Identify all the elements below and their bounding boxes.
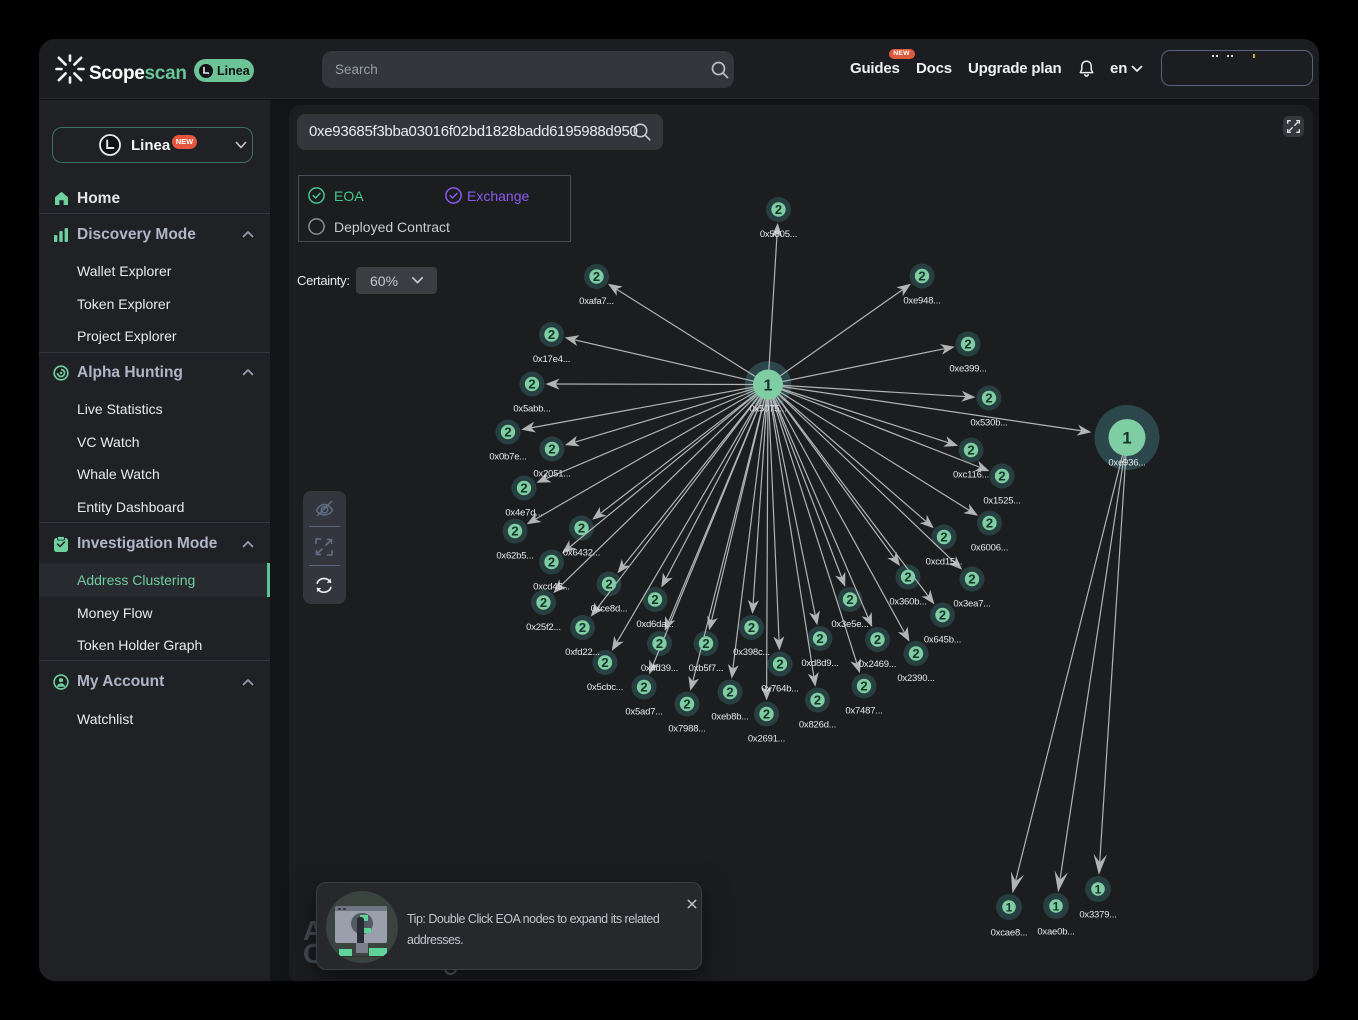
svg-text:2: 2 xyxy=(748,620,755,635)
svg-text:0xafa7...: 0xafa7... xyxy=(579,296,614,307)
svg-text:2: 2 xyxy=(918,269,925,284)
svg-text:0x2691...: 0x2691... xyxy=(748,734,785,745)
svg-text:0x826d...: 0x826d... xyxy=(799,720,836,731)
svg-text:2: 2 xyxy=(814,693,821,708)
svg-text:0x645b...: 0x645b... xyxy=(924,635,961,646)
svg-text:0x7487...: 0x7487... xyxy=(845,706,882,717)
svg-text:0x5cbc...: 0x5cbc... xyxy=(587,682,623,693)
svg-text:2: 2 xyxy=(540,595,547,610)
svg-text:2: 2 xyxy=(968,572,975,587)
svg-text:2: 2 xyxy=(548,555,555,570)
svg-text:0x2390...: 0x2390... xyxy=(897,673,934,684)
svg-text:0x7988...: 0x7988... xyxy=(668,724,705,735)
svg-text:0xcd45...: 0xcd45... xyxy=(533,582,570,593)
svg-text:2: 2 xyxy=(726,685,733,700)
svg-text:2: 2 xyxy=(998,469,1005,484)
svg-text:2: 2 xyxy=(656,636,663,651)
svg-text:0x0b7e...: 0x0b7e... xyxy=(489,452,526,463)
svg-text:2: 2 xyxy=(683,697,690,712)
svg-text:0xb5f7...: 0xb5f7... xyxy=(689,663,724,674)
svg-text:0x17e4...: 0x17e4... xyxy=(533,354,570,365)
svg-text:2: 2 xyxy=(763,707,770,722)
svg-text:0x5075...: 0x5075... xyxy=(749,404,786,415)
svg-text:0xcae8...: 0xcae8... xyxy=(991,928,1028,939)
svg-text:2: 2 xyxy=(593,269,600,284)
svg-text:0x5ad7...: 0x5ad7... xyxy=(625,707,662,718)
svg-text:2: 2 xyxy=(605,577,612,592)
svg-text:0x3379...: 0x3379... xyxy=(1079,910,1116,921)
svg-text:2: 2 xyxy=(548,327,555,342)
svg-text:0x2469...: 0x2469... xyxy=(859,659,896,670)
svg-text:0x3e5e...: 0x3e5e... xyxy=(831,619,868,630)
svg-text:2: 2 xyxy=(816,631,823,646)
svg-text:0x4d39...: 0x4d39... xyxy=(641,663,678,674)
svg-text:2: 2 xyxy=(874,632,881,647)
svg-text:0x1525...: 0x1525... xyxy=(983,496,1020,507)
svg-text:2: 2 xyxy=(504,425,511,440)
svg-text:0x3ea7...: 0x3ea7... xyxy=(953,599,990,610)
svg-text:2: 2 xyxy=(940,530,947,545)
svg-text:1: 1 xyxy=(1095,882,1102,896)
svg-text:0xcd15...: 0xcd15... xyxy=(926,557,963,568)
svg-text:0x360b...: 0x360b... xyxy=(889,597,926,608)
svg-text:2: 2 xyxy=(964,337,971,352)
svg-text:2: 2 xyxy=(511,524,518,539)
svg-text:0x6432...: 0x6432... xyxy=(563,548,600,559)
svg-text:2: 2 xyxy=(904,570,911,585)
svg-text:0x5805...: 0x5805... xyxy=(760,229,797,240)
svg-text:0x398c...: 0x398c... xyxy=(733,647,770,658)
svg-text:0x5abb...: 0x5abb... xyxy=(513,404,550,415)
svg-text:1: 1 xyxy=(764,377,773,394)
svg-text:2: 2 xyxy=(548,442,555,457)
svg-text:0x530b...: 0x530b... xyxy=(970,418,1007,429)
svg-text:0xae0b...: 0xae0b... xyxy=(1037,927,1074,938)
svg-text:2: 2 xyxy=(578,521,585,536)
svg-text:0xce8d...: 0xce8d... xyxy=(591,604,628,615)
svg-text:2: 2 xyxy=(846,592,853,607)
svg-text:2: 2 xyxy=(986,516,993,531)
svg-text:0xd8d9...: 0xd8d9... xyxy=(801,658,838,669)
svg-text:2: 2 xyxy=(601,655,608,670)
svg-text:2: 2 xyxy=(640,680,647,695)
svg-text:0x4e7d...: 0x4e7d... xyxy=(505,508,542,519)
svg-text:2: 2 xyxy=(520,481,527,496)
svg-text:2: 2 xyxy=(912,646,919,661)
svg-text:2: 2 xyxy=(939,608,946,623)
svg-text:2: 2 xyxy=(702,636,709,651)
svg-text:2: 2 xyxy=(528,377,535,392)
svg-text:0xd6da...: 0xd6da... xyxy=(636,619,673,630)
svg-text:2: 2 xyxy=(579,620,586,635)
svg-text:0xe948...: 0xe948... xyxy=(903,296,940,307)
svg-text:2: 2 xyxy=(651,592,658,607)
svg-text:1: 1 xyxy=(1006,900,1013,914)
svg-text:0x764b...: 0x764b... xyxy=(761,684,798,695)
svg-text:2: 2 xyxy=(985,391,992,406)
svg-text:1: 1 xyxy=(1053,899,1060,913)
svg-text:0x62b5...: 0x62b5... xyxy=(496,551,533,562)
svg-text:0xeb8b...: 0xeb8b... xyxy=(711,712,748,723)
svg-text:1: 1 xyxy=(1122,429,1131,448)
svg-text:0xe399...: 0xe399... xyxy=(949,364,986,375)
svg-text:0xe936...: 0xe936... xyxy=(1108,458,1145,469)
svg-text:2: 2 xyxy=(776,657,783,672)
svg-text:2: 2 xyxy=(775,202,782,217)
svg-text:0x2051...: 0x2051... xyxy=(533,469,570,480)
svg-text:2: 2 xyxy=(967,443,974,458)
svg-text:2: 2 xyxy=(860,679,867,694)
svg-text:0x6006...: 0x6006... xyxy=(971,543,1008,554)
svg-text:0xc116...: 0xc116... xyxy=(953,470,989,481)
svg-text:0x25f2...: 0x25f2... xyxy=(526,622,561,633)
svg-text:0xfd22...: 0xfd22... xyxy=(565,647,600,658)
